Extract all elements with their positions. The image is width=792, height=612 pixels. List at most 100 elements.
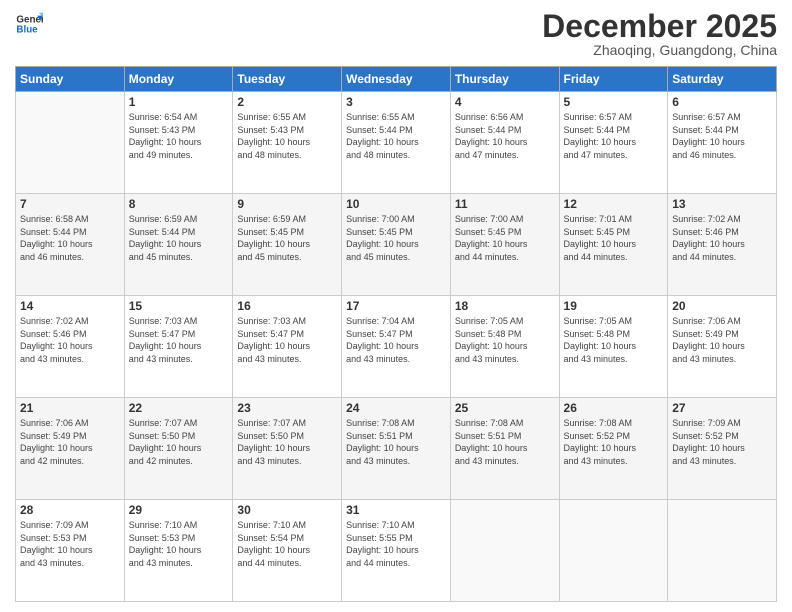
table-row xyxy=(16,92,125,194)
month-title: December 2025 xyxy=(542,10,777,42)
day-info: Sunrise: 7:10 AM Sunset: 5:53 PM Dayligh… xyxy=(129,519,229,569)
day-number: 27 xyxy=(672,401,772,415)
table-row: 21Sunrise: 7:06 AM Sunset: 5:49 PM Dayli… xyxy=(16,398,125,500)
day-number: 22 xyxy=(129,401,229,415)
col-wednesday: Wednesday xyxy=(342,67,451,92)
header: General Blue December 2025 Zhaoqing, Gua… xyxy=(15,10,777,58)
calendar-header-row: Sunday Monday Tuesday Wednesday Thursday… xyxy=(16,67,777,92)
table-row: 20 Sunrise: 7:06 AM Sunset: 5:49 PM Dayli… xyxy=(668,296,777,398)
table-row: 12 Sunrise: 7:01 AM Sunset: 5:45 PM Dayli… xyxy=(559,194,668,296)
table-row: 17 Sunrise: 7:04 AM Sunset: 5:47 PM Dayli… xyxy=(342,296,451,398)
day-number: 25 xyxy=(455,401,555,415)
day-number: 23 xyxy=(237,401,337,415)
day-number: 10 xyxy=(346,197,446,211)
table-row: 4 Sunrise: 6:56 AM Sunset: 5:44 PM Daylig… xyxy=(450,92,559,194)
day-info: Sunrise: 7:08 AM Sunset: 5:52 PM Dayligh… xyxy=(564,417,664,467)
day-number: 6 xyxy=(672,95,772,109)
day-info: Sunrise: 6:54 AM Sunset: 5:43 PM Dayligh… xyxy=(129,111,229,161)
table-row: 15 Sunrise: 7:03 AM Sunset: 5:47 PM Dayli… xyxy=(124,296,233,398)
day-info: Sunrise: 7:03 AM Sunset: 5:47 PM Dayligh… xyxy=(237,315,337,365)
day-info: Sunrise: 6:59 AM Sunset: 5:44 PM Dayligh… xyxy=(129,213,229,263)
day-number: 3 xyxy=(346,95,446,109)
table-row: 25Sunrise: 7:08 AM Sunset: 5:51 PM Dayli… xyxy=(450,398,559,500)
table-row: 16 Sunrise: 7:03 AM Sunset: 5:47 PM Dayli… xyxy=(233,296,342,398)
day-info: Sunrise: 7:01 AM Sunset: 5:45 PM Dayligh… xyxy=(564,213,664,263)
col-monday: Monday xyxy=(124,67,233,92)
logo-icon: General Blue xyxy=(15,10,43,38)
day-info: Sunrise: 7:09 AM Sunset: 5:52 PM Dayligh… xyxy=(672,417,772,467)
table-row: 13 Sunrise: 7:02 AM Sunset: 5:46 PM Dayli… xyxy=(668,194,777,296)
day-info: Sunrise: 6:59 AM Sunset: 5:45 PM Dayligh… xyxy=(237,213,337,263)
table-row: 7 Sunrise: 6:58 AM Sunset: 5:44 PM Daylig… xyxy=(16,194,125,296)
day-info: Sunrise: 7:06 AM Sunset: 5:49 PM Dayligh… xyxy=(20,417,120,467)
day-info: Sunrise: 7:04 AM Sunset: 5:47 PM Dayligh… xyxy=(346,315,446,365)
day-number: 28 xyxy=(20,503,120,517)
table-row xyxy=(668,500,777,602)
table-row xyxy=(450,500,559,602)
day-number: 9 xyxy=(237,197,337,211)
day-number: 15 xyxy=(129,299,229,313)
day-info: Sunrise: 6:55 AM Sunset: 5:44 PM Dayligh… xyxy=(346,111,446,161)
calendar-week-row: 7 Sunrise: 6:58 AM Sunset: 5:44 PM Daylig… xyxy=(16,194,777,296)
calendar: Sunday Monday Tuesday Wednesday Thursday… xyxy=(15,66,777,602)
day-number: 2 xyxy=(237,95,337,109)
day-info: Sunrise: 6:57 AM Sunset: 5:44 PM Dayligh… xyxy=(564,111,664,161)
day-info: Sunrise: 7:08 AM Sunset: 5:51 PM Dayligh… xyxy=(346,417,446,467)
day-number: 24 xyxy=(346,401,446,415)
table-row: 19Sunrise: 7:05 AM Sunset: 5:48 PM Dayli… xyxy=(559,296,668,398)
calendar-week-row: 1Sunrise: 6:54 AM Sunset: 5:43 PM Daylig… xyxy=(16,92,777,194)
table-row: 28 Sunrise: 7:09 AM Sunset: 5:53 PM Dayli… xyxy=(16,500,125,602)
day-number: 4 xyxy=(455,95,555,109)
table-row: 26Sunrise: 7:08 AM Sunset: 5:52 PM Dayli… xyxy=(559,398,668,500)
page: General Blue December 2025 Zhaoqing, Gua… xyxy=(0,0,792,612)
day-info: Sunrise: 7:10 AM Sunset: 5:54 PM Dayligh… xyxy=(237,519,337,569)
calendar-week-row: 28 Sunrise: 7:09 AM Sunset: 5:53 PM Dayli… xyxy=(16,500,777,602)
svg-text:Blue: Blue xyxy=(16,24,38,35)
day-number: 18 xyxy=(455,299,555,313)
day-number: 16 xyxy=(237,299,337,313)
day-info: Sunrise: 7:00 AM Sunset: 5:45 PM Dayligh… xyxy=(346,213,446,263)
day-info: Sunrise: 6:58 AM Sunset: 5:44 PM Dayligh… xyxy=(20,213,120,263)
day-number: 29 xyxy=(129,503,229,517)
day-number: 13 xyxy=(672,197,772,211)
title-area: December 2025 Zhaoqing, Guangdong, China xyxy=(542,10,777,58)
day-number: 20 xyxy=(672,299,772,313)
calendar-week-row: 14Sunrise: 7:02 AM Sunset: 5:46 PM Dayli… xyxy=(16,296,777,398)
table-row: 24 Sunrise: 7:08 AM Sunset: 5:51 PM Dayli… xyxy=(342,398,451,500)
day-info: Sunrise: 7:06 AM Sunset: 5:49 PM Dayligh… xyxy=(672,315,772,365)
day-info: Sunrise: 7:03 AM Sunset: 5:47 PM Dayligh… xyxy=(129,315,229,365)
table-row: 6Sunrise: 6:57 AM Sunset: 5:44 PM Daylig… xyxy=(668,92,777,194)
table-row: 8 Sunrise: 6:59 AM Sunset: 5:44 PM Daylig… xyxy=(124,194,233,296)
table-row: 1Sunrise: 6:54 AM Sunset: 5:43 PM Daylig… xyxy=(124,92,233,194)
table-row xyxy=(559,500,668,602)
table-row: 2 Sunrise: 6:55 AM Sunset: 5:43 PM Daylig… xyxy=(233,92,342,194)
day-info: Sunrise: 7:02 AM Sunset: 5:46 PM Dayligh… xyxy=(672,213,772,263)
day-info: Sunrise: 7:07 AM Sunset: 5:50 PM Dayligh… xyxy=(237,417,337,467)
table-row: 18 Sunrise: 7:05 AM Sunset: 5:48 PM Dayli… xyxy=(450,296,559,398)
table-row: 5 Sunrise: 6:57 AM Sunset: 5:44 PM Daylig… xyxy=(559,92,668,194)
day-info: Sunrise: 7:10 AM Sunset: 5:55 PM Dayligh… xyxy=(346,519,446,569)
day-info: Sunrise: 7:09 AM Sunset: 5:53 PM Dayligh… xyxy=(20,519,120,569)
col-thursday: Thursday xyxy=(450,67,559,92)
day-number: 7 xyxy=(20,197,120,211)
table-row: 23 Sunrise: 7:07 AM Sunset: 5:50 PM Dayli… xyxy=(233,398,342,500)
day-number: 12 xyxy=(564,197,664,211)
table-row: 27 Sunrise: 7:09 AM Sunset: 5:52 PM Dayli… xyxy=(668,398,777,500)
day-number: 5 xyxy=(564,95,664,109)
day-info: Sunrise: 7:05 AM Sunset: 5:48 PM Dayligh… xyxy=(455,315,555,365)
calendar-week-row: 21Sunrise: 7:06 AM Sunset: 5:49 PM Dayli… xyxy=(16,398,777,500)
day-number: 14 xyxy=(20,299,120,313)
subtitle: Zhaoqing, Guangdong, China xyxy=(542,42,777,58)
table-row: 31Sunrise: 7:10 AM Sunset: 5:55 PM Dayli… xyxy=(342,500,451,602)
table-row: 10 Sunrise: 7:00 AM Sunset: 5:45 PM Dayli… xyxy=(342,194,451,296)
col-saturday: Saturday xyxy=(668,67,777,92)
day-number: 8 xyxy=(129,197,229,211)
day-info: Sunrise: 7:07 AM Sunset: 5:50 PM Dayligh… xyxy=(129,417,229,467)
col-sunday: Sunday xyxy=(16,67,125,92)
day-number: 17 xyxy=(346,299,446,313)
day-number: 11 xyxy=(455,197,555,211)
table-row: 9 Sunrise: 6:59 AM Sunset: 5:45 PM Daylig… xyxy=(233,194,342,296)
day-info: Sunrise: 6:56 AM Sunset: 5:44 PM Dayligh… xyxy=(455,111,555,161)
col-friday: Friday xyxy=(559,67,668,92)
day-info: Sunrise: 6:55 AM Sunset: 5:43 PM Dayligh… xyxy=(237,111,337,161)
